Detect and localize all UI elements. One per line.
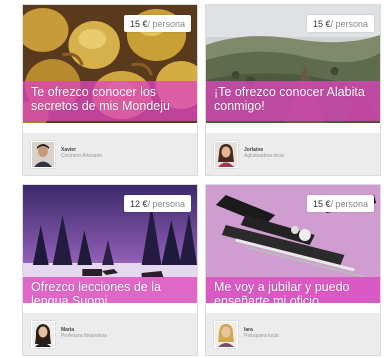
card-photo-landscape: 15 €/ persona ¡Te ofrezco conocer Alabit…	[206, 5, 380, 123]
price-amount: 15 €	[129, 19, 148, 29]
price-unit: / persona	[330, 19, 368, 29]
host-info: Iara Peluquera local	[244, 327, 278, 339]
avatar	[31, 141, 55, 168]
card-photo-food: 15 €/ persona Te ofrezco conocer los sec…	[23, 5, 197, 123]
host-footer: Xavier Cocinero Artesano	[23, 133, 197, 175]
host-footer: Jorlaine Aglutinadora local	[206, 133, 380, 175]
price-badge: 15 €/ persona	[306, 195, 374, 212]
price-amount: 15 €	[312, 199, 331, 209]
price-unit: / persona	[147, 199, 185, 209]
experience-card-mondeju[interactable]: 15 €/ persona Te ofrezco conocer los sec…	[22, 4, 198, 176]
price-unit: / persona	[147, 19, 185, 29]
avatar	[214, 321, 238, 348]
experience-card-alabita[interactable]: 15 €/ persona ¡Te ofrezco conocer Alabit…	[205, 4, 381, 176]
avatar	[214, 141, 238, 168]
host-info: Jorlaine Aglutinadora local	[244, 147, 284, 159]
price-unit: / persona	[330, 199, 368, 209]
host-role: Aglutinadora local	[244, 153, 284, 159]
host-footer: Iara Peluquera local	[206, 313, 380, 355]
card-photo-snow-forest: 12 €/ persona Ofrezco lecciones de la le…	[23, 185, 197, 303]
card-photo-barber-tools: 15 €/ persona Me voy a jubilar y puedo e…	[206, 185, 380, 303]
price-badge: 15 €/ persona	[123, 15, 191, 32]
host-info: Xavier Cocinero Artesano	[61, 147, 102, 159]
host-role: Peluquera local	[244, 333, 279, 339]
experience-card-oficio[interactable]: 15 €/ persona Me voy a jubilar y puedo e…	[205, 184, 381, 356]
host-role: Profesora finlandesa	[61, 333, 107, 339]
host-role: Cocinero Artesano	[61, 153, 103, 159]
host-info: Maria Profesora finlandesa	[61, 327, 107, 339]
avatar	[31, 321, 55, 348]
card-headline[interactable]: Me voy a jubilar y puedo enseñarte mi of…	[206, 277, 380, 303]
price-badge: 15 €/ persona	[306, 15, 374, 32]
price-amount: 15 €	[312, 19, 331, 29]
card-headline[interactable]: Te ofrezco conocer los secretos de mis M…	[23, 81, 197, 121]
card-headline[interactable]: ¡Te ofrezco conocer Alabita conmigo!	[206, 81, 380, 121]
price-amount: 12 €	[129, 199, 148, 209]
price-badge: 12 €/ persona	[123, 195, 191, 212]
experience-card-suomi[interactable]: 12 €/ persona Ofrezco lecciones de la le…	[22, 184, 198, 356]
host-footer: Maria Profesora finlandesa	[23, 313, 197, 355]
card-headline[interactable]: Ofrezco lecciones de la lengua Suomi	[23, 277, 197, 303]
